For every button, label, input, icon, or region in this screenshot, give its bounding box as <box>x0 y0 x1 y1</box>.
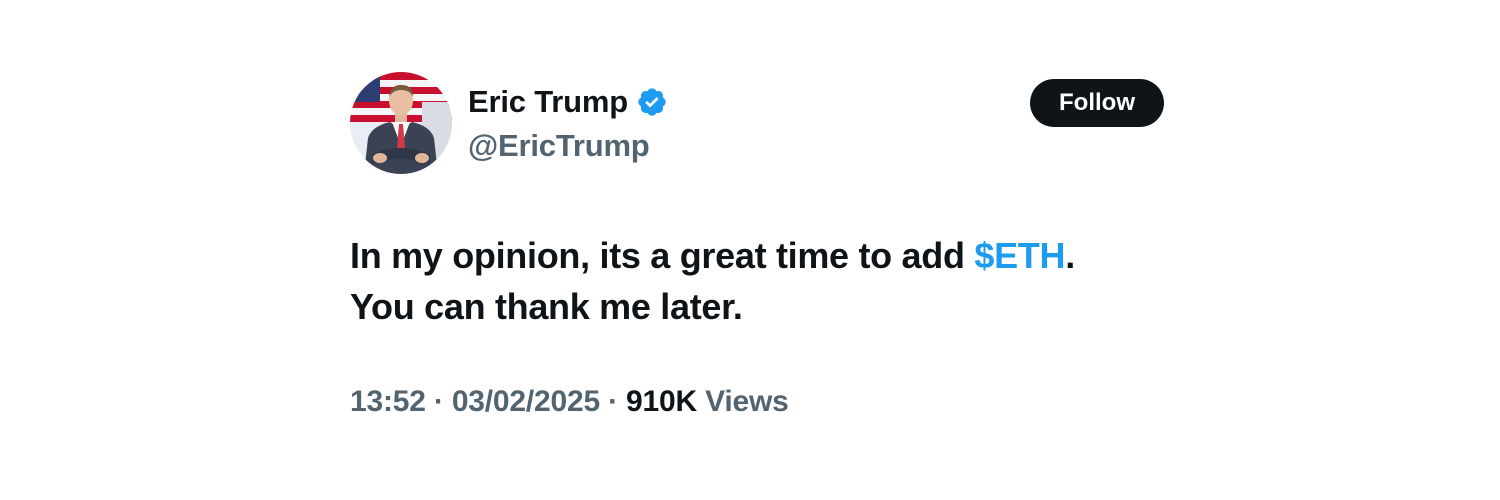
tweet-text-line-1: In my opinion, its a great time to add $… <box>350 230 1166 281</box>
handle[interactable]: @EricTrump <box>468 128 668 164</box>
cashtag-link[interactable]: $ETH <box>974 235 1065 276</box>
follow-button[interactable]: Follow <box>1030 79 1164 127</box>
tweet-text-after: . <box>1065 235 1075 276</box>
display-name[interactable]: Eric Trump <box>468 84 628 120</box>
author-info: Eric Trump @EricTrump <box>468 82 668 164</box>
meta-separator: · <box>433 385 444 418</box>
verified-check-icon[interactable] <box>636 86 668 118</box>
profile-photo-image <box>350 72 452 174</box>
tweet-card: Eric Trump @EricTrump Follow In my opini… <box>348 72 1168 432</box>
tweet-time[interactable]: 13:52 <box>350 385 426 418</box>
tweet-date[interactable]: 03/02/2025 <box>452 385 600 418</box>
tweet-text-line-2: You can thank me later. <box>350 286 743 327</box>
views-label: Views <box>705 385 789 418</box>
display-name-row: Eric Trump <box>468 82 668 122</box>
tweet-text: In my opinion, its a great time to add $… <box>350 230 1166 332</box>
tweet-metadata: 13:52 · 03/02/2025 · 910K Views <box>350 385 789 419</box>
avatar[interactable] <box>350 72 452 174</box>
views-count[interactable]: 910K <box>626 385 697 418</box>
tweet-text-before: In my opinion, its a great time to add <box>350 235 975 276</box>
meta-separator: · <box>608 385 618 418</box>
